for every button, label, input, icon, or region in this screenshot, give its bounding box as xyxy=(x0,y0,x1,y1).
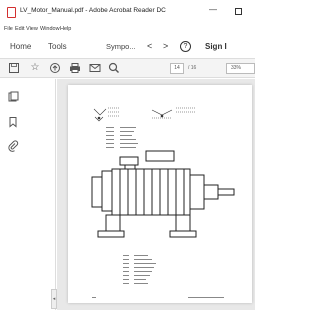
sign-in-button[interactable]: Sign I xyxy=(205,42,227,51)
menu-window[interactable]: Window xyxy=(40,26,60,32)
bookmark-star-icon[interactable]: ☆ xyxy=(29,62,41,74)
minimize-button[interactable]: — xyxy=(205,5,221,19)
tools-tab[interactable]: Tools xyxy=(48,42,67,51)
menu-view[interactable]: View xyxy=(26,26,38,32)
save-icon[interactable] xyxy=(8,62,20,74)
home-tab[interactable]: Home xyxy=(10,42,31,51)
help-icon[interactable]: ? xyxy=(180,41,191,52)
pdf-page xyxy=(68,85,252,303)
title-bar: LV_Motor_Manual.pdf - Adobe Acrobat Read… xyxy=(0,0,255,24)
toolbar: ☆ 14 / 16 33% xyxy=(0,58,255,78)
next-tab-button[interactable]: > xyxy=(163,41,168,51)
menu-bar: File Edit View Window Help xyxy=(0,24,255,36)
menu-edit[interactable]: Edit xyxy=(15,26,24,32)
attachments-icon[interactable] xyxy=(7,140,19,152)
page-total: / 16 xyxy=(188,65,197,71)
prev-tab-button[interactable]: < xyxy=(147,41,152,51)
window-title: LV_Motor_Manual.pdf - Adobe Acrobat Read… xyxy=(20,7,166,14)
page-thumbnails-icon[interactable] xyxy=(7,91,19,103)
motor-diagram xyxy=(91,107,235,298)
upload-icon[interactable] xyxy=(49,62,61,74)
document-tab[interactable]: Sympo... xyxy=(106,42,136,51)
acrobat-icon xyxy=(7,7,16,18)
document-viewport[interactable] xyxy=(57,79,255,310)
nav-bar: Home Tools Sympo... < > ? Sign I xyxy=(0,37,255,57)
menu-file[interactable]: File xyxy=(4,26,13,32)
email-icon[interactable] xyxy=(89,62,101,74)
maximize-icon xyxy=(235,8,242,15)
menu-help[interactable]: Help xyxy=(60,26,71,32)
maximize-button[interactable] xyxy=(231,5,247,19)
search-icon[interactable] xyxy=(108,62,120,74)
zoom-select[interactable]: 33% xyxy=(226,63,255,74)
bookmarks-icon[interactable] xyxy=(7,116,19,128)
navigation-pane: ◂ xyxy=(0,79,57,310)
page-number-input[interactable]: 14 xyxy=(170,63,184,74)
print-icon[interactable] xyxy=(69,62,81,74)
